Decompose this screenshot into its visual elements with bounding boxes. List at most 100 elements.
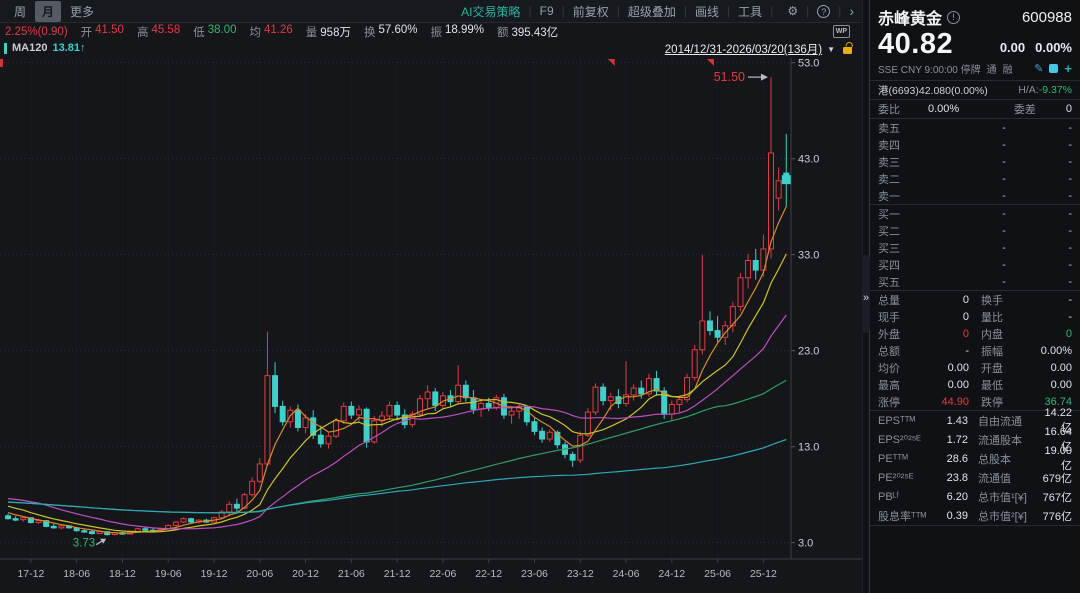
svg-text:22-06: 22-06 xyxy=(429,568,456,580)
stat-row: 总额-振幅0.00% xyxy=(870,342,1080,359)
menu-item-1[interactable]: F9 xyxy=(532,4,562,18)
stat-高: 高45.58 xyxy=(137,24,180,40)
svg-text:25-06: 25-06 xyxy=(704,568,731,580)
svg-text:23-06: 23-06 xyxy=(521,568,548,580)
order-row: 买四-- xyxy=(870,256,1080,273)
low-annotation: 3.73 xyxy=(73,538,95,550)
unlock-icon[interactable] xyxy=(843,47,852,54)
svg-text:23-12: 23-12 xyxy=(567,568,594,580)
ma-line-MA20 xyxy=(8,315,786,529)
chevron-down-icon: ▼ xyxy=(827,45,835,54)
ha-label: H/A: xyxy=(1018,84,1038,96)
fundamental-row: 股息率ᵀᵀᴹ0.39总市值²[¥]776亿 xyxy=(870,506,1080,525)
svg-text:24-12: 24-12 xyxy=(658,568,685,580)
stat-row: 均价0.00开盘0.00 xyxy=(870,359,1080,376)
badge-rong: 融 xyxy=(1003,61,1013,76)
quote-panel: 赤峰黄金 ! 600988 40.82 0.00 0.00% SSE CNY 9… xyxy=(869,0,1080,593)
change-value: 0.00 xyxy=(1000,40,1025,55)
alert-icon[interactable] xyxy=(1049,64,1058,73)
pencil-icon[interactable]: ✎ xyxy=(1034,62,1043,75)
fundamental-row: PE²⁰²⁵ᴱ23.8流通值679亿 xyxy=(870,468,1080,487)
svg-text:25-12: 25-12 xyxy=(750,568,777,580)
high-annotation: 51.50 xyxy=(714,70,745,84)
svg-text:23.0: 23.0 xyxy=(798,346,819,358)
price-change: 0.00 0.00% xyxy=(1000,40,1072,59)
svg-text:3.0: 3.0 xyxy=(798,538,813,550)
tab-月[interactable]: 月 xyxy=(35,1,61,22)
stat-均: 均41.26 xyxy=(250,24,293,40)
stat-row: 最高0.00最低0.00 xyxy=(870,376,1080,393)
svg-text:33.0: 33.0 xyxy=(798,250,819,262)
hk-share-row: 港(6693)42.080(0.00%) H/A: -9.37% xyxy=(870,81,1080,99)
fundamental-row: PBᴸᶠ6.20总市值¹[¥]767亿 xyxy=(870,487,1080,506)
svg-text:13.0: 13.0 xyxy=(798,442,819,454)
date-range-selector[interactable]: 2014/12/31-2026/03/20(136月) ▼ xyxy=(665,41,852,57)
svg-text:20-06: 20-06 xyxy=(246,568,273,580)
candle-stats-bar: 2.25%(0.90) 开41.50高45.58低38.00均41.26量958… xyxy=(0,23,862,41)
order-row: 卖一-- xyxy=(870,187,1080,204)
stock-code: 600988 xyxy=(1022,9,1072,26)
order-row: 卖五-- xyxy=(870,119,1080,136)
svg-text:19-06: 19-06 xyxy=(155,568,182,580)
settings-button[interactable]: ⚙ xyxy=(779,4,806,18)
weibi-row: 委比 0.00% 委差 0 xyxy=(870,100,1080,118)
tab-周[interactable]: 周 xyxy=(7,1,33,22)
menu-item-2[interactable]: 前复权 xyxy=(565,3,617,20)
bid-levels: 买一--买二--买三--买四--买五-- xyxy=(870,205,1080,290)
period-tabs: 周月更多 xyxy=(0,1,102,22)
ma-legend-name: MA120 xyxy=(12,42,47,54)
tab-更多[interactable]: 更多 xyxy=(63,1,101,22)
chart-toolbar: 周月更多 AI交易策略|F9|前复权|超级叠加|画线|工具| ⚙ | ? | › xyxy=(0,0,862,23)
menu-item-5[interactable]: 工具 xyxy=(730,3,770,20)
change-percent-value: 0.00% xyxy=(1035,40,1072,55)
order-row: 买五-- xyxy=(870,273,1080,290)
stat-换: 换57.60% xyxy=(364,24,418,40)
gear-icon: ⚙ xyxy=(787,4,798,18)
fundamental-row: PEᵀᵀᴹ28.6总股本19.00亿 xyxy=(870,449,1080,468)
order-row: 买一-- xyxy=(870,205,1080,222)
stat-row: 总量0换手- xyxy=(870,291,1080,308)
stat-开: 开41.50 xyxy=(81,24,124,40)
help-button[interactable]: ? xyxy=(809,4,838,19)
order-row: 卖二-- xyxy=(870,170,1080,187)
add-icon[interactable]: + xyxy=(1064,62,1072,75)
ha-premium: -9.37% xyxy=(1039,84,1072,96)
menu-item-4[interactable]: 画线 xyxy=(687,3,727,20)
trading-terminal: 周月更多 AI交易策略|F9|前复权|超级叠加|画线|工具| ⚙ | ? | ›… xyxy=(0,0,1080,593)
date-range-text: 2014/12/31-2026/03/20(136月) xyxy=(665,41,822,57)
candlestick-chart[interactable]: 17-1218-0618-1219-0619-1220-0620-1221-06… xyxy=(0,41,862,593)
market-status: SSE CNY 9:00:00 停牌 xyxy=(878,61,981,76)
order-row: 买二-- xyxy=(870,222,1080,239)
stat-row: 现手0量比- xyxy=(870,308,1080,325)
ohlc-stats: 开41.50高45.58低38.00均41.26量958万换57.60%振18.… xyxy=(81,24,559,40)
wp-window-icon[interactable]: WP xyxy=(833,25,850,38)
change-percent: 2.25%(0.90) xyxy=(5,26,68,38)
ask-levels: 卖五--卖四--卖三--卖二--卖一-- xyxy=(870,119,1080,204)
toolbar-more-button[interactable]: › xyxy=(841,3,862,19)
chart-section: 周月更多 AI交易策略|F9|前复权|超级叠加|画线|工具| ⚙ | ? | ›… xyxy=(0,0,862,593)
info-icon[interactable]: ! xyxy=(947,11,960,24)
panel-splitter[interactable]: » xyxy=(862,0,869,593)
menu-item-3[interactable]: 超级叠加 xyxy=(620,3,684,20)
svg-text:22-12: 22-12 xyxy=(475,568,502,580)
order-row: 卖三-- xyxy=(870,153,1080,170)
svg-text:53.0: 53.0 xyxy=(798,58,819,70)
stat-row: 外盘0内盘0 xyxy=(870,325,1080,342)
fundamentals-block: EPSᵀᵀᴹ1.43自由流通14.22亿EPS²⁰²⁵ᴱ1.72流通股本16.6… xyxy=(870,411,1080,525)
order-row: 买三-- xyxy=(870,239,1080,256)
svg-text:17-12: 17-12 xyxy=(17,568,44,580)
last-price-marker xyxy=(782,175,791,184)
ma-legend: MA120 13.81↑ xyxy=(4,42,86,54)
hk-quote: 港(6693)42.080(0.00%) xyxy=(878,83,988,98)
svg-text:18-06: 18-06 xyxy=(63,568,90,580)
toolbar-menu: AI交易策略|F9|前复权|超级叠加|画线|工具| xyxy=(453,3,779,20)
menu-item-0[interactable]: AI交易策略 xyxy=(453,3,528,20)
stock-name: 赤峰黄金 xyxy=(878,5,942,29)
ma120-color-chip xyxy=(4,43,7,54)
collapse-panel-icon[interactable]: » xyxy=(863,293,869,304)
svg-text:18-12: 18-12 xyxy=(109,568,136,580)
order-row: 卖四-- xyxy=(870,136,1080,153)
svg-text:24-06: 24-06 xyxy=(613,568,640,580)
event-flag-icon xyxy=(0,59,3,67)
svg-text:21-06: 21-06 xyxy=(338,568,365,580)
